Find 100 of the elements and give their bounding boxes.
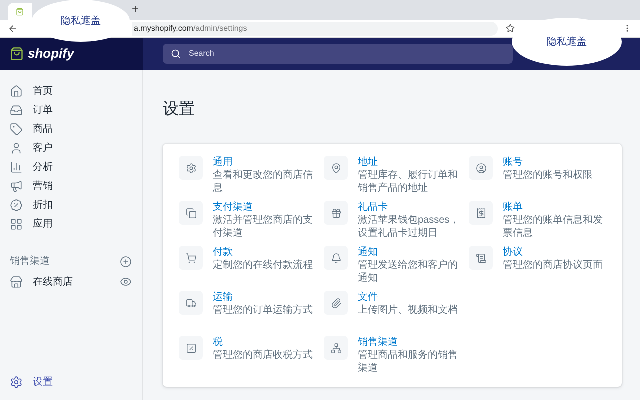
settings-item[interactable]: 支付渠道 激活并管理您商店的支付渠道 <box>179 201 316 240</box>
nav-label: 客户 <box>33 142 53 156</box>
store-icon <box>10 276 23 288</box>
nav-label: 设置 <box>33 376 53 390</box>
percent-square-icon <box>186 342 196 354</box>
settings-title: 账号 <box>503 156 524 169</box>
settings-item[interactable]: 文件 上传图片、视频和文档 <box>324 291 461 330</box>
truck-icon <box>186 298 196 308</box>
settings-item[interactable]: 运输 管理您的订单运输方式 <box>179 291 316 330</box>
settings-description: 管理您的商店收税方式 <box>213 349 313 362</box>
shopping-bag-icon <box>16 6 24 16</box>
grid-icon <box>10 218 23 231</box>
tag-icon <box>10 123 23 136</box>
scroll-icon <box>476 252 486 264</box>
settings-title: 礼品卡 <box>358 201 389 214</box>
mask-label: 隐私遮盖 <box>547 36 587 50</box>
nav-label: 营销 <box>33 180 53 194</box>
bar-chart-icon <box>10 161 23 174</box>
settings-description: 管理您的订单运输方式 <box>213 304 313 317</box>
person-icon <box>10 142 23 155</box>
eye-icon[interactable] <box>120 276 132 288</box>
map-pin-icon <box>330 162 342 174</box>
settings-description: 管理您的账号和权限 <box>503 169 593 182</box>
nav-item[interactable]: 首页 <box>8 82 134 101</box>
settings-item[interactable]: 税 管理您的商店收税方式 <box>179 336 316 375</box>
user-circle-icon <box>476 162 486 174</box>
settings-item[interactable]: 销售渠道 管理商品和服务的销售渠道 <box>324 336 461 375</box>
settings-item[interactable]: 礼品卡 激活苹果钱包passes，设置礼品卡过期日 <box>324 201 461 240</box>
percent-badge-icon <box>10 199 23 212</box>
nav-label: 商品 <box>33 122 53 137</box>
settings-icon <box>10 376 23 389</box>
nav-item[interactable]: 营销 <box>8 177 134 196</box>
search-input[interactable]: Search <box>189 48 505 60</box>
settings-item[interactable]: 协议 管理您的商店协议页面 <box>469 246 606 285</box>
settings-description: 管理库存、履行订单和销售产品的地址 <box>358 169 459 195</box>
megaphone-icon <box>10 180 23 193</box>
search-field[interactable]: Search <box>163 44 513 64</box>
cart-icon <box>186 252 196 264</box>
settings-item[interactable]: 地址 管理库存、履行订单和销售产品的地址 <box>324 156 461 195</box>
nav-label: 折扣 <box>33 198 53 213</box>
add-icon[interactable] <box>120 256 132 268</box>
settings-title: 通用 <box>213 156 234 169</box>
nav-label: 订单 <box>33 104 53 118</box>
settings-title: 通知 <box>358 246 379 259</box>
settings-item[interactable]: 通知 管理发送给您和客户的通知 <box>324 246 461 285</box>
mask-label: 隐私遮盖 <box>61 14 101 28</box>
settings-item[interactable]: 账号 管理您的账号和权限 <box>469 156 606 195</box>
settings-description: 管理您的账单信息和发票信息 <box>503 214 604 240</box>
bell-icon <box>330 252 342 264</box>
nav-item[interactable]: 商品 <box>8 120 134 139</box>
settings-item[interactable]: 付款 定制您的在线付款流程 <box>179 246 316 285</box>
settings-description: 定制您的在线付款流程 <box>213 259 313 272</box>
nav-label: 分析 <box>33 160 53 175</box>
shopping-bag-icon <box>10 47 24 61</box>
back-icon[interactable] <box>8 24 18 34</box>
star-icon[interactable] <box>506 24 515 33</box>
settings-icon <box>186 162 196 174</box>
search-icon <box>171 49 181 59</box>
home-icon <box>10 85 23 98</box>
address-bar[interactable]: a.myshopify.com/admin/settings <box>132 22 498 36</box>
settings-title: 账单 <box>503 201 524 214</box>
paperclip-icon <box>330 298 342 308</box>
nav-item[interactable]: 折扣 <box>8 196 134 215</box>
settings-description: 激活并管理您商店的支付渠道 <box>213 214 314 240</box>
logo-text: shopify <box>28 45 74 64</box>
settings-description: 查看和更改您的商店信息 <box>213 169 314 195</box>
settings-description: 上传图片、视频和文档 <box>358 304 458 317</box>
settings-title: 税 <box>213 336 224 349</box>
gift-icon <box>330 208 342 218</box>
settings-description: 激活苹果钱包passes，设置礼品卡过期日 <box>358 214 461 240</box>
settings-title: 地址 <box>358 156 379 169</box>
url-path: /admin/settings <box>193 22 248 34</box>
nav-item[interactable]: 客户 <box>8 139 134 158</box>
settings-item[interactable]: 通用 查看和更改您的商店信息 <box>179 156 316 195</box>
inbox-icon <box>10 104 23 117</box>
settings-title: 协议 <box>503 246 524 259</box>
settings-title: 销售渠道 <box>358 336 399 349</box>
settings-item[interactable]: 账单 管理您的账单信息和发票信息 <box>469 201 606 240</box>
channel-item[interactable]: 在线商店 <box>8 271 134 293</box>
receipt-icon <box>476 208 486 218</box>
network-icon <box>330 342 342 354</box>
nav-item[interactable]: 分析 <box>8 158 134 177</box>
settings-title: 文件 <box>358 291 379 304</box>
settings-title: 付款 <box>213 246 234 259</box>
nav-item[interactable]: 订单 <box>8 101 134 120</box>
url-host: a.myshopify.com <box>134 22 194 34</box>
channel-label: 在线商店 <box>33 276 73 290</box>
nav-item[interactable]: 应用 <box>8 215 134 234</box>
cards-icon <box>186 208 196 218</box>
settings-description: 管理发送给您和客户的通知 <box>358 259 459 285</box>
nav-label: 应用 <box>33 218 53 232</box>
page-title: 设置 <box>163 100 196 120</box>
nav-label: 首页 <box>33 85 53 99</box>
section-heading: 销售渠道 <box>10 254 50 269</box>
new-tab-button[interactable]: + <box>132 0 140 18</box>
settings-nav-item[interactable]: 设置 <box>8 373 134 392</box>
settings-title: 运输 <box>213 291 234 304</box>
settings-title: 支付渠道 <box>213 201 254 214</box>
settings-description: 管理您的商店协议页面 <box>503 259 603 272</box>
settings-description: 管理商品和服务的销售渠道 <box>358 349 459 375</box>
